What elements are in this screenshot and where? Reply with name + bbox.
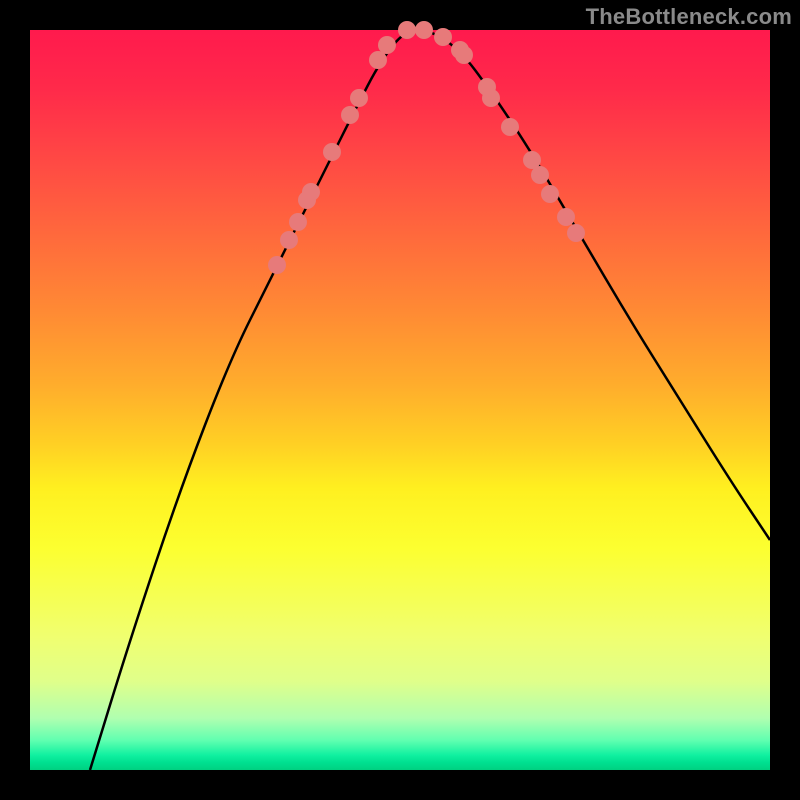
data-point xyxy=(398,21,416,39)
data-point xyxy=(268,256,286,274)
data-point xyxy=(567,224,585,242)
curve-svg xyxy=(30,30,770,770)
bottleneck-curve xyxy=(90,30,770,770)
data-point xyxy=(302,183,320,201)
data-point xyxy=(415,21,433,39)
data-point xyxy=(434,28,452,46)
data-point xyxy=(541,185,559,203)
data-point xyxy=(482,89,500,107)
data-point xyxy=(557,208,575,226)
data-point xyxy=(289,213,307,231)
data-point xyxy=(455,46,473,64)
data-point xyxy=(280,231,298,249)
data-point xyxy=(350,89,368,107)
plot-area xyxy=(30,30,770,770)
data-point xyxy=(378,36,396,54)
data-point xyxy=(501,118,519,136)
data-point xyxy=(341,106,359,124)
data-point xyxy=(531,166,549,184)
watermark-text: TheBottleneck.com xyxy=(586,4,792,30)
data-point xyxy=(323,143,341,161)
